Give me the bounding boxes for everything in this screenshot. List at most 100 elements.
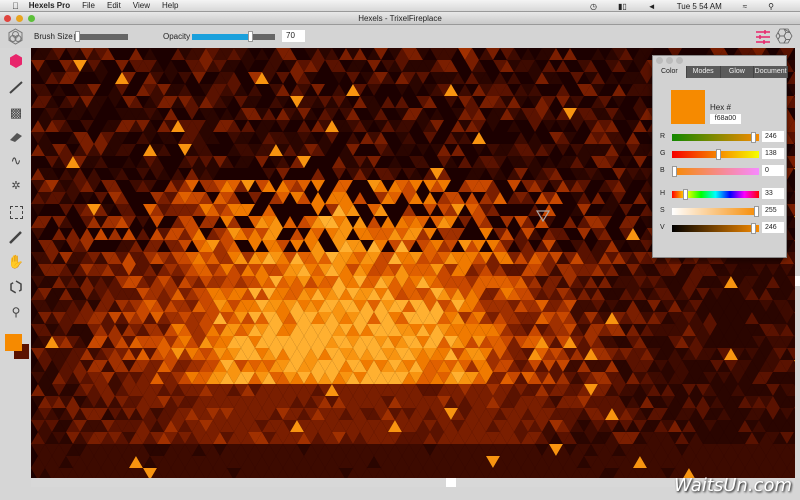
wifi-icon[interactable]: ≈	[743, 2, 747, 11]
slider-thumb[interactable]	[75, 31, 81, 42]
trixel	[353, 216, 367, 228]
line-tool[interactable]	[6, 78, 26, 96]
menu-view[interactable]: View	[133, 1, 150, 10]
fill-tool[interactable]: ▩	[6, 104, 26, 122]
channel-label: S	[660, 207, 665, 214]
close-button[interactable]	[4, 15, 11, 22]
tab-modes[interactable]: Modes	[686, 66, 721, 78]
trixel	[136, 216, 150, 228]
panel-zoom-button[interactable]	[676, 57, 683, 64]
trixel	[563, 48, 577, 60]
trixel	[94, 72, 108, 84]
opacity-input[interactable]: 70	[282, 30, 305, 42]
trixel	[388, 156, 402, 168]
trixel	[542, 60, 556, 72]
trixel	[115, 60, 129, 72]
battery-icon[interactable]: ▮▯	[618, 2, 627, 11]
scroll-thumb[interactable]	[795, 276, 800, 286]
trixel	[556, 144, 570, 156]
tab-color[interactable]: Color	[653, 66, 687, 78]
channel-v-row: V 246	[657, 222, 785, 234]
trixel	[787, 240, 795, 252]
clock[interactable]: Tue 5 54 AM	[677, 2, 722, 11]
trixel	[185, 108, 199, 120]
slider-thumb[interactable]	[672, 166, 677, 177]
magic-wand-tool[interactable]: ✲	[6, 176, 26, 194]
lasso-tool[interactable]	[6, 278, 26, 296]
slider-thumb[interactable]	[754, 206, 759, 217]
slider-thumb[interactable]	[248, 31, 254, 42]
menu-file[interactable]: File	[82, 1, 95, 10]
color-preview-swatch	[671, 90, 705, 124]
eyedropper-tool[interactable]	[6, 228, 26, 246]
hexels-logo-icon[interactable]	[7, 28, 24, 45]
channel-slider[interactable]	[672, 206, 759, 217]
trixel	[346, 132, 360, 144]
panel-minimize-button[interactable]	[666, 57, 673, 64]
trixel	[52, 228, 66, 240]
trixel	[381, 96, 395, 108]
channel-value-input[interactable]: 0	[762, 165, 784, 176]
trixel	[129, 48, 143, 60]
slider-thumb[interactable]	[751, 223, 757, 234]
trixel	[787, 84, 795, 96]
hex-input[interactable]: f68a00	[710, 114, 741, 124]
channel-slider[interactable]	[672, 132, 759, 143]
trixel	[283, 216, 297, 228]
channel-slider[interactable]	[672, 223, 759, 234]
channel-slider[interactable]	[672, 166, 759, 177]
adjustments-icon[interactable]	[755, 29, 771, 45]
scroll-thumb[interactable]	[446, 478, 456, 487]
trixel	[31, 204, 45, 216]
menu-app[interactable]: Hexels Pro	[29, 1, 70, 10]
trixel	[150, 216, 164, 228]
trixel	[87, 168, 101, 180]
channel-label: R	[660, 133, 666, 140]
window-title: Hexels - TrixelFireplace	[358, 14, 442, 23]
trixel	[486, 120, 500, 132]
opacity-slider[interactable]	[192, 31, 275, 42]
trixel	[367, 60, 381, 72]
slider-thumb[interactable]	[682, 189, 688, 200]
channel-value-input[interactable]: 255	[762, 205, 784, 216]
tab-document[interactable]: Document	[754, 66, 788, 78]
brush-size-slider[interactable]	[74, 31, 128, 42]
channel-label: V	[660, 224, 665, 231]
minimize-button[interactable]	[16, 15, 23, 22]
trixel	[332, 84, 346, 96]
vertical-scrollbar[interactable]	[795, 48, 800, 478]
apple-menu-icon[interactable]: 	[12, 1, 19, 11]
primary-color-swatch[interactable]	[5, 334, 22, 351]
channel-value-input[interactable]: 138	[762, 148, 784, 159]
slider-thumb[interactable]	[716, 149, 722, 160]
hexagon-tool[interactable]	[6, 52, 26, 70]
trixel	[633, 96, 647, 108]
menu-edit[interactable]: Edit	[107, 1, 121, 10]
channel-value-input[interactable]: 33	[762, 188, 784, 199]
trixel	[591, 48, 605, 60]
volume-icon[interactable]: ◄	[648, 2, 656, 11]
hand-tool[interactable]: ✋	[6, 253, 26, 271]
time-machine-icon[interactable]: ◷	[590, 2, 597, 11]
zoom-tool[interactable]: ⚲	[6, 303, 26, 321]
marquee-tool[interactable]	[6, 203, 26, 221]
eraser-tool[interactable]	[6, 128, 26, 146]
hex-grid-icon[interactable]	[775, 28, 793, 46]
channel-value-input[interactable]: 246	[762, 131, 784, 142]
tab-glow[interactable]: Glow	[720, 66, 755, 78]
menu-help[interactable]: Help	[162, 1, 178, 10]
channel-slider[interactable]	[672, 149, 759, 160]
channel-label: H	[660, 190, 666, 197]
zoom-button[interactable]	[28, 15, 35, 22]
paint-bucket-icon: ▩	[9, 105, 23, 120]
channel-slider[interactable]	[672, 189, 759, 200]
channel-value-input[interactable]: 246	[762, 222, 784, 233]
panel-close-button[interactable]	[656, 57, 663, 64]
trixel	[633, 156, 647, 168]
lasso-brush-tool[interactable]: ∿	[6, 152, 26, 170]
trixel	[353, 192, 367, 204]
spotlight-search-icon[interactable]: ⚲	[768, 2, 774, 11]
slider-thumb[interactable]	[751, 132, 757, 143]
trixel	[500, 216, 514, 228]
channel-g-row: G 138	[657, 148, 785, 160]
